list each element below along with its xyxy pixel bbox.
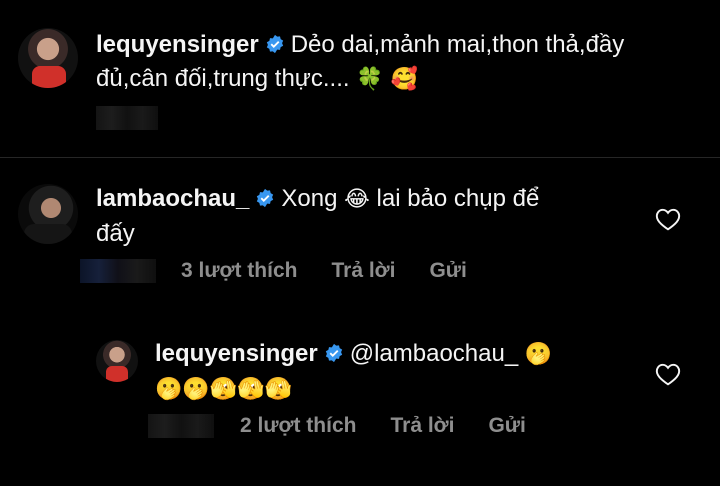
reply-button[interactable]: Trả lời bbox=[390, 414, 454, 438]
mention-link[interactable]: @lambaochau_ bbox=[350, 340, 518, 367]
comment-body: lambaochau_ Xong 😂 lai bảo chụp để đấy bbox=[96, 182, 539, 251]
blurred-meta bbox=[80, 259, 156, 283]
avatar[interactable] bbox=[18, 184, 78, 244]
verified-icon bbox=[266, 34, 283, 54]
username[interactable]: lequyensinger bbox=[155, 340, 318, 367]
comment-text-line2: đấy bbox=[96, 220, 135, 247]
comment-meta: 2 lượt thích Trả lời Gửi bbox=[240, 414, 560, 438]
username[interactable]: lequyensinger bbox=[96, 31, 259, 58]
send-button[interactable]: Gửi bbox=[488, 414, 525, 438]
verified-icon bbox=[257, 188, 274, 208]
heart-icon[interactable] bbox=[655, 207, 681, 231]
comment-text-b: lai bảo chụp để bbox=[376, 185, 540, 212]
comment-body: lequyensinger @lambaochau_ 🫢 🫢🫢🫣🫣🫣 bbox=[155, 337, 552, 407]
send-button[interactable]: Gửi bbox=[429, 259, 466, 283]
comment-text-line1: Dẻo dai,mảnh mai,thon thả,đầy bbox=[290, 31, 625, 58]
comment-body: lequyensinger Dẻo dai,mảnh mai,thon thả,đ… bbox=[96, 28, 624, 97]
username[interactable]: lambaochau_ bbox=[96, 185, 249, 212]
comment-emojis: 🫢🫢🫣🫣🫣 bbox=[155, 377, 292, 402]
blurred-meta bbox=[148, 414, 214, 438]
divider bbox=[0, 157, 720, 158]
blurred-meta bbox=[96, 106, 158, 130]
laughing-emoji: 😂 bbox=[344, 187, 370, 212]
likes-count[interactable]: 3 lượt thích bbox=[181, 259, 297, 283]
comment-text-line2: đủ,cân đối,trung thực.... bbox=[96, 65, 350, 92]
reply-button[interactable]: Trả lời bbox=[331, 259, 395, 283]
avatar[interactable] bbox=[18, 28, 78, 88]
verified-icon bbox=[325, 343, 342, 363]
heart-icon[interactable] bbox=[655, 362, 681, 386]
comment-emoji: 🫢 bbox=[524, 342, 553, 367]
comment-meta: 3 lượt thích Trả lời Gửi bbox=[181, 259, 501, 283]
comment-emojis: 🍀 🥰 bbox=[356, 67, 418, 92]
likes-count[interactable]: 2 lượt thích bbox=[240, 414, 356, 438]
comment-text-a: Xong bbox=[281, 185, 338, 212]
avatar[interactable] bbox=[96, 340, 138, 382]
